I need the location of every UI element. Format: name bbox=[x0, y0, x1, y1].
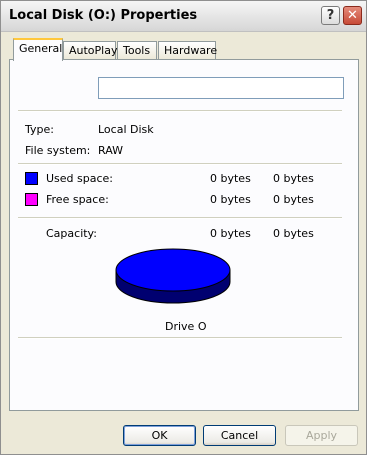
cancel-button[interactable]: Cancel bbox=[203, 425, 276, 446]
free-space-label: Free space: bbox=[46, 193, 109, 206]
used-space-size: 0 bytes bbox=[273, 172, 314, 185]
tab-strip: General AutoPlay Tools Hardware bbox=[9, 38, 359, 61]
type-label: Type: bbox=[25, 123, 54, 136]
separator bbox=[18, 110, 342, 112]
disk-usage-pie-chart bbox=[115, 248, 231, 304]
used-space-bytes: 0 bytes bbox=[210, 172, 251, 185]
drive-caption: Drive O bbox=[165, 320, 207, 333]
capacity-label: Capacity: bbox=[46, 227, 97, 240]
properties-dialog: Local Disk (O:) Properties ? ✕ General A… bbox=[0, 0, 367, 455]
free-space-bytes: 0 bytes bbox=[210, 193, 251, 206]
tab-tools[interactable]: Tools bbox=[117, 41, 157, 59]
capacity-size: 0 bytes bbox=[273, 227, 314, 240]
ok-button[interactable]: OK bbox=[123, 425, 196, 446]
tab-general[interactable]: General bbox=[13, 38, 63, 61]
tab-autoplay[interactable]: AutoPlay bbox=[63, 41, 117, 59]
used-space-swatch bbox=[25, 172, 38, 185]
type-value: Local Disk bbox=[98, 123, 154, 136]
pie-top bbox=[115, 248, 231, 292]
help-button[interactable]: ? bbox=[321, 6, 340, 25]
title-bar[interactable]: Local Disk (O:) Properties ? ✕ bbox=[1, 1, 366, 32]
volume-label-input[interactable] bbox=[98, 77, 344, 99]
general-tab-panel: Type: Local Disk File system: RAW Used s… bbox=[9, 59, 359, 411]
capacity-bytes: 0 bytes bbox=[210, 227, 251, 240]
file-system-label: File system: bbox=[25, 144, 91, 157]
dialog-title: Local Disk (O:) Properties bbox=[9, 8, 198, 23]
free-space-size: 0 bytes bbox=[273, 193, 314, 206]
tab-hardware[interactable]: Hardware bbox=[158, 41, 217, 59]
apply-button[interactable]: Apply bbox=[285, 425, 358, 446]
free-space-swatch bbox=[25, 193, 38, 206]
file-system-value: RAW bbox=[98, 144, 123, 157]
used-space-label: Used space: bbox=[46, 172, 114, 185]
separator bbox=[18, 337, 342, 339]
separator bbox=[18, 217, 342, 219]
close-button[interactable]: ✕ bbox=[343, 6, 362, 25]
separator bbox=[18, 163, 342, 165]
